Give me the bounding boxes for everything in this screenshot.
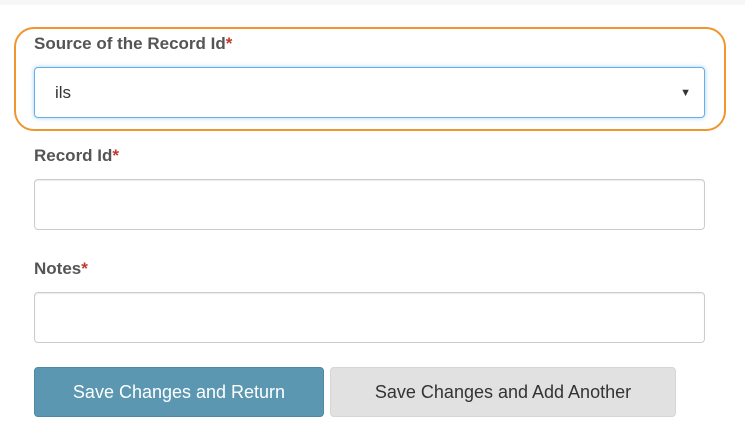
record-id-label-text: Record Id	[34, 146, 113, 165]
save-changes-and-return-button[interactable]: Save Changes and Return	[34, 367, 324, 417]
required-mark: *	[112, 146, 120, 165]
required-mark: *	[225, 34, 233, 53]
notes-label: Notes*	[34, 259, 88, 279]
top-strip	[0, 0, 745, 5]
record-id-input[interactable]	[34, 179, 705, 230]
notes-input[interactable]	[34, 292, 705, 343]
record-id-label: Record Id*	[34, 146, 119, 166]
source-of-record-id-select[interactable]: ils ▼	[34, 67, 705, 118]
required-mark: *	[81, 259, 88, 278]
chevron-down-icon: ▼	[680, 87, 691, 99]
source-label-text: Source of the Record Id	[34, 34, 226, 53]
source-of-record-id-label: Source of the Record Id*	[34, 34, 232, 54]
source-selected-value: ils	[55, 83, 72, 102]
notes-label-text: Notes	[34, 259, 82, 278]
save-changes-and-add-another-button[interactable]: Save Changes and Add Another	[330, 367, 676, 417]
